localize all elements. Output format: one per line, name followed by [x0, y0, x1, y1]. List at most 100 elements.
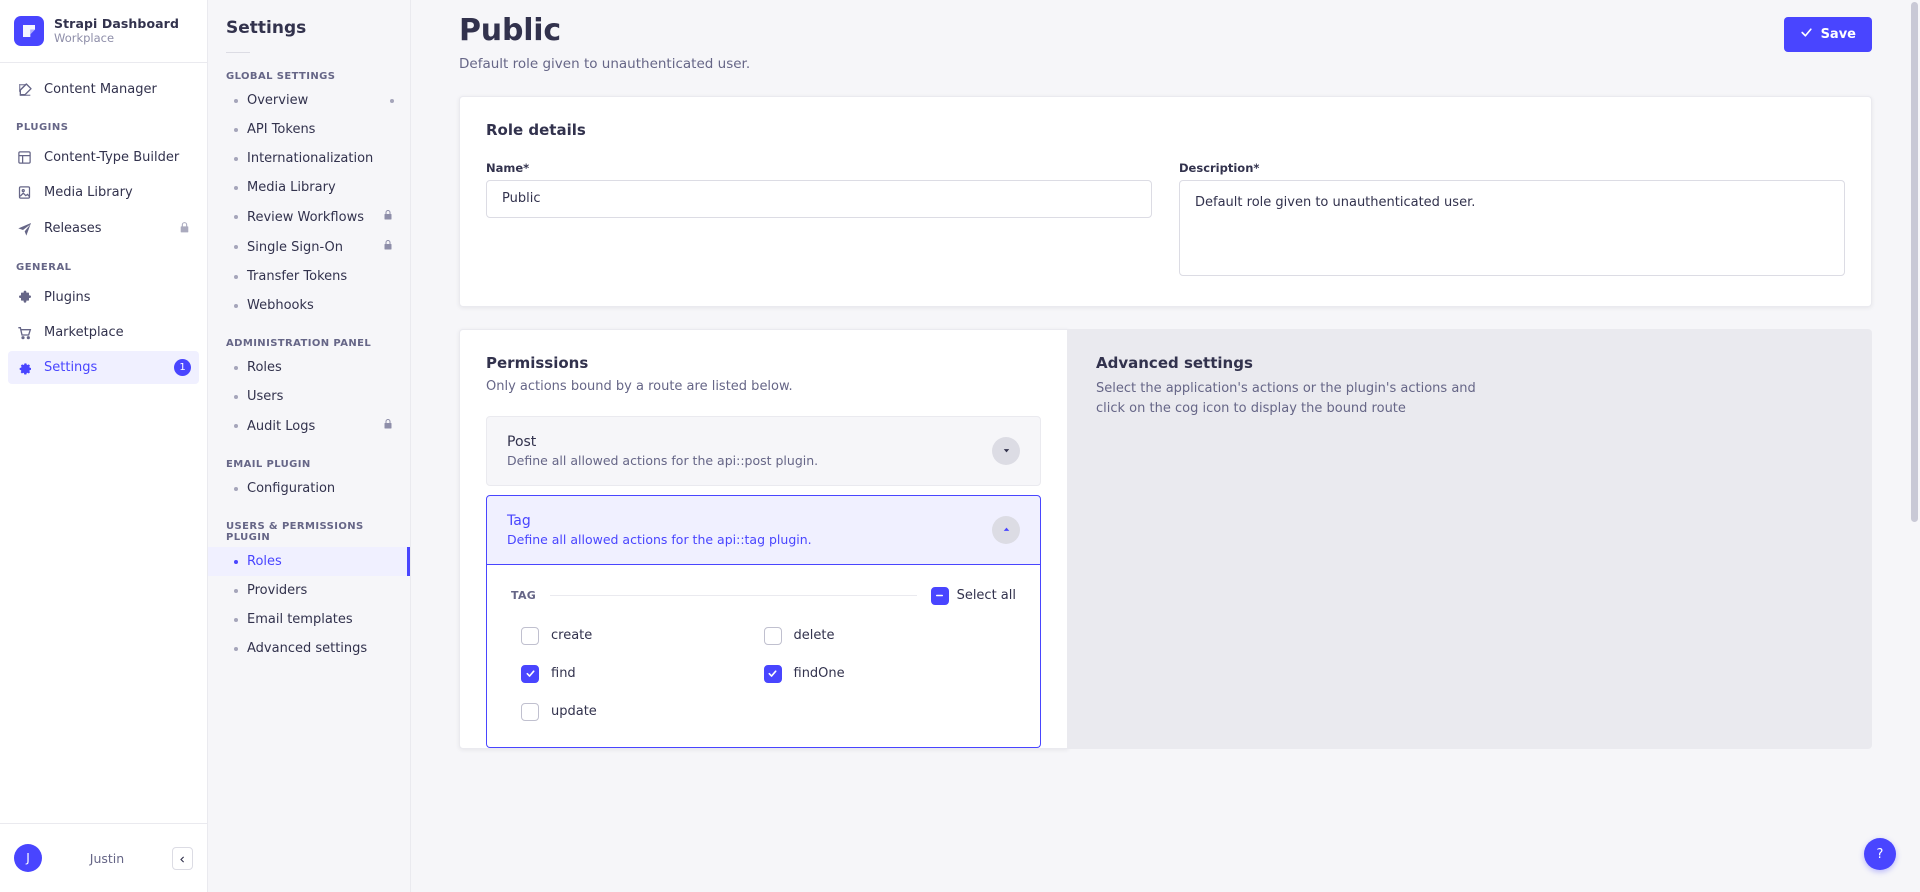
sidebar-item-label: Content-Type Builder [44, 150, 180, 165]
bullet-icon [234, 588, 238, 593]
help-button[interactable]: ? [1864, 838, 1896, 870]
subnav-item-providers[interactable]: Providers [208, 576, 410, 605]
subnav-item-configuration[interactable]: Configuration [208, 474, 410, 503]
subnav-item-label: Review Workflows [247, 209, 364, 225]
subnav-item-api-tokens[interactable]: API Tokens [208, 115, 410, 144]
bullet-icon [234, 394, 238, 399]
subnav-item-label: Single Sign-On [247, 239, 343, 255]
subnav-item-roles-admin[interactable]: Roles [208, 353, 410, 382]
lock-icon [382, 418, 394, 434]
save-button[interactable]: Save [1783, 17, 1872, 52]
name-field-label: Name* [486, 160, 530, 175]
sidebar-item-content-manager[interactable]: Content Manager [8, 73, 199, 106]
brand-header[interactable]: Strapi Dashboard Workplace [0, 0, 207, 63]
sidebar-item-label: Marketplace [44, 325, 124, 340]
paper-plane-icon [16, 220, 33, 237]
vertical-scrollbar[interactable] [1911, 2, 1918, 522]
strapi-logo-icon [14, 15, 44, 46]
subnav-item-roles-users-permissions[interactable]: Roles [208, 547, 410, 576]
sidebar-item-label: Settings [44, 360, 98, 375]
subnav-title: Settings [226, 18, 307, 38]
accordion-tag[interactable]: Tag Define all allowed actions for the a… [486, 494, 1041, 565]
permission-label: findOne [793, 666, 845, 681]
divider [550, 595, 917, 596]
checkbox-find[interactable] [521, 664, 539, 683]
description-textarea[interactable]: Default role given to unauthenticated us… [1179, 179, 1845, 276]
accordion-tag-title: Tag [507, 512, 531, 529]
subnav-item-email-templates[interactable]: Email templates [208, 605, 410, 634]
permission-label: delete [793, 628, 835, 643]
subnav-item-label: Media Library [247, 180, 336, 195]
select-all-control[interactable]: Select all [930, 586, 1016, 605]
accordion-post[interactable]: Post Define all allowed actions for the … [486, 415, 1041, 486]
bullet-icon [234, 215, 238, 219]
tag-section-label: TAG [511, 589, 537, 602]
select-all-checkbox[interactable] [930, 586, 949, 605]
sidebar-item-label: Plugins [44, 290, 91, 305]
sidebar-item-releases[interactable]: Releases [8, 211, 199, 246]
subnav-item-label: API Tokens [247, 122, 316, 137]
settings-subnav: Settings GLOBAL SETTINGS Overview API To… [208, 0, 411, 892]
permission-item-update[interactable]: update [521, 702, 764, 721]
subnav-item-webhooks[interactable]: Webhooks [208, 291, 410, 320]
page-title: Public [459, 13, 561, 48]
bullet-icon [234, 245, 238, 249]
permission-item-create[interactable]: create [521, 626, 764, 645]
bullet-icon [234, 559, 238, 564]
subnav-item-transfer-tokens[interactable]: Transfer Tokens [208, 262, 410, 291]
permission-label: find [551, 666, 576, 681]
sidebar-item-media-library[interactable]: Media Library [8, 176, 199, 209]
subnav-item-internationalization[interactable]: Internationalization [208, 144, 410, 173]
checkbox-findone[interactable] [763, 664, 782, 683]
subnav-item-advanced-settings[interactable]: Advanced settings [208, 634, 410, 663]
subnav-item-label: Webhooks [247, 298, 314, 313]
accordion-tag-toggle[interactable] [992, 515, 1020, 544]
collapse-sidebar-button[interactable] [172, 846, 193, 870]
permission-item-findone[interactable]: findOne [763, 664, 1007, 683]
settings-badge: 1 [174, 359, 191, 376]
pencil-square-icon [16, 81, 33, 98]
bullet-icon [234, 127, 238, 132]
avatar[interactable]: J [14, 844, 42, 872]
accordion-tag-body: TAG Select all create delete find findOn… [486, 564, 1041, 748]
advanced-settings-description: Select the application's actions or the … [1096, 380, 1476, 416]
sidebar-item-plugins[interactable]: Plugins [8, 281, 199, 314]
name-input[interactable] [486, 179, 1152, 218]
chevron-up-icon [1001, 520, 1012, 539]
subnav-item-single-sign-on[interactable]: Single Sign-On [208, 232, 410, 262]
subnav-item-audit-logs[interactable]: Audit Logs [208, 411, 410, 441]
permission-item-find[interactable]: find [521, 664, 764, 683]
content-area: Role details Name* Description* Default … [411, 95, 1920, 749]
sidebar-item-marketplace[interactable]: Marketplace [8, 316, 199, 349]
accordion-post-toggle[interactable] [992, 436, 1020, 465]
gear-icon [16, 359, 33, 376]
subnav-item-label: Users [247, 389, 284, 404]
shopping-cart-icon [16, 324, 33, 341]
subnav-group-global-settings: GLOBAL SETTINGS [226, 71, 336, 82]
sidebar-item-settings[interactable]: Settings 1 [8, 351, 199, 384]
accordion-post-text: Post Define all allowed actions for the … [507, 434, 818, 468]
tag-permissions-grid: create delete find findOne update [511, 626, 1016, 721]
bullet-icon [234, 156, 238, 161]
advanced-settings-panel: Advanced settings Select the application… [1068, 328, 1872, 749]
accordion-tag-text: Tag Define all allowed actions for the a… [507, 513, 812, 547]
sidebar-item-label: Content Manager [44, 82, 157, 97]
subnav-item-media-library[interactable]: Media Library [208, 173, 410, 202]
checkbox-create[interactable] [521, 626, 539, 645]
question-mark-icon: ? [1876, 846, 1884, 862]
permission-item-delete[interactable]: delete [763, 626, 1007, 645]
subnav-item-label: Roles [247, 360, 282, 375]
subnav-item-label: Internationalization [247, 151, 374, 166]
subnav-item-review-workflows[interactable]: Review Workflows [208, 202, 410, 232]
sidebar-item-content-type-builder[interactable]: Content-Type Builder [8, 141, 199, 174]
brand-title: Strapi Dashboard [54, 15, 179, 31]
subnav-item-label: Email templates [247, 612, 353, 627]
checkbox-delete[interactable] [763, 626, 782, 645]
layout-grid-icon [16, 149, 33, 166]
permissions-section: Permissions Only actions bound by a rout… [459, 328, 1872, 749]
subnav-item-users[interactable]: Users [208, 382, 410, 411]
permissions-description: Only actions bound by a route are listed… [486, 378, 793, 394]
subnav-item-overview[interactable]: Overview [208, 86, 410, 115]
checkbox-update[interactable] [521, 702, 539, 721]
page-header: Public Default role given to unauthentic… [411, 0, 1920, 96]
